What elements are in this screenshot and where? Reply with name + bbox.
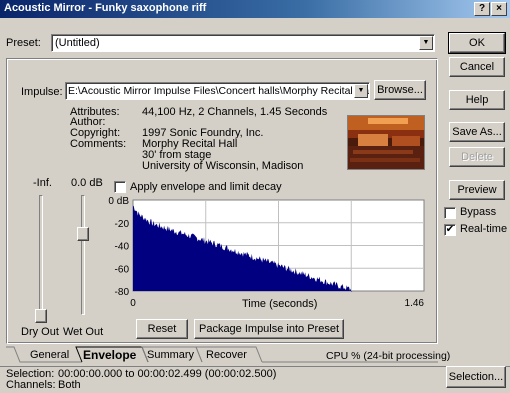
chart-x-tick-label: 0 [130, 298, 136, 309]
tab-summary[interactable]: Summary [147, 349, 194, 361]
wet-out-label: Wet Out [63, 326, 104, 338]
chart-x-tick-label: 1.46 [405, 298, 425, 309]
help-button[interactable]: Help [449, 90, 505, 110]
ok-button[interactable]: OK [448, 32, 506, 54]
impulse-envelope-chart[interactable]: 0 dB -20 -40 -60 -80 0 1.46 [105, 196, 435, 310]
delete-button[interactable]: Delete [449, 147, 505, 167]
browse-button[interactable]: Browse... [374, 80, 426, 100]
chart-x-axis-label: Time (seconds) [242, 298, 318, 310]
wet-out-track [81, 195, 85, 315]
impulse-label: Impulse: [21, 86, 63, 98]
dry-out-track [39, 195, 43, 315]
close-button[interactable]: × [491, 2, 507, 16]
tab-recover[interactable]: Recover [206, 349, 247, 361]
apply-envelope-label: Apply envelope and limit decay [130, 181, 282, 193]
wet-out-slider-thumb[interactable] [77, 226, 89, 241]
concert-hall-image [347, 115, 425, 170]
preset-value: (Untitled) [55, 37, 100, 49]
status-divider [0, 366, 510, 367]
impulse-value: E:\Acoustic Mirror Impulse Files\Concert… [68, 85, 370, 97]
save-as-button[interactable]: Save As... [449, 122, 505, 142]
tab-envelope[interactable]: Envelope [83, 348, 136, 362]
apply-envelope-checkbox[interactable] [114, 181, 126, 193]
chart-y-tick-label: -40 [115, 242, 130, 253]
attributes-value: 44,100 Hz, 2 Channels, 1.45 Seconds [142, 106, 328, 118]
preset-label: Preset: [6, 37, 41, 49]
chart-y-tick-label: -20 [115, 219, 130, 230]
channels-label: Channels: [6, 379, 56, 391]
chevron-down-icon[interactable]: ▼ [419, 36, 433, 50]
preview-button[interactable]: Preview [449, 180, 505, 200]
realtime-label: Real-time [460, 223, 508, 235]
selection-value: 00:00:00.000 to 00:00:02.499 (00:00:02.5… [58, 368, 277, 380]
title-bar: Acoustic Mirror - Funky saxophone riff ?… [0, 0, 510, 18]
chevron-down-icon[interactable]: ▼ [354, 84, 368, 98]
tab-general[interactable]: General [30, 349, 69, 361]
wet-out-value: 0.0 dB [71, 177, 103, 189]
reset-button[interactable]: Reset [136, 319, 188, 339]
realtime-checkbox[interactable]: ✔ [444, 224, 456, 236]
preset-dropdown[interactable]: (Untitled) ▼ [51, 34, 435, 52]
window-title: Acoustic Mirror - Funky saxophone riff [4, 2, 207, 14]
cancel-button[interactable]: Cancel [449, 57, 505, 77]
dry-out-slider-thumb[interactable] [35, 309, 47, 323]
bypass-checkbox[interactable] [444, 207, 456, 219]
chart-y-tick-label: -80 [115, 287, 130, 298]
chart-y-tick-label: 0 dB [108, 196, 129, 207]
bypass-label: Bypass [460, 206, 497, 218]
package-impulse-button[interactable]: Package Impulse into Preset [194, 319, 344, 339]
dry-out-value: -Inf. [33, 177, 52, 189]
cpu-status: CPU % (24-bit processing) [326, 350, 451, 362]
channels-value: Both [58, 379, 81, 391]
chart-y-tick-label: -60 [115, 264, 130, 275]
dry-out-label: Dry Out [21, 326, 59, 338]
comments-line-3: University of Wisconsin, Madison [142, 160, 304, 172]
impulse-dropdown[interactable]: E:\Acoustic Mirror Impulse Files\Concert… [65, 82, 370, 100]
comments-label: Comments: [70, 138, 127, 150]
selection-button[interactable]: Selection... [446, 366, 506, 388]
help-title-button[interactable]: ? [474, 2, 490, 16]
